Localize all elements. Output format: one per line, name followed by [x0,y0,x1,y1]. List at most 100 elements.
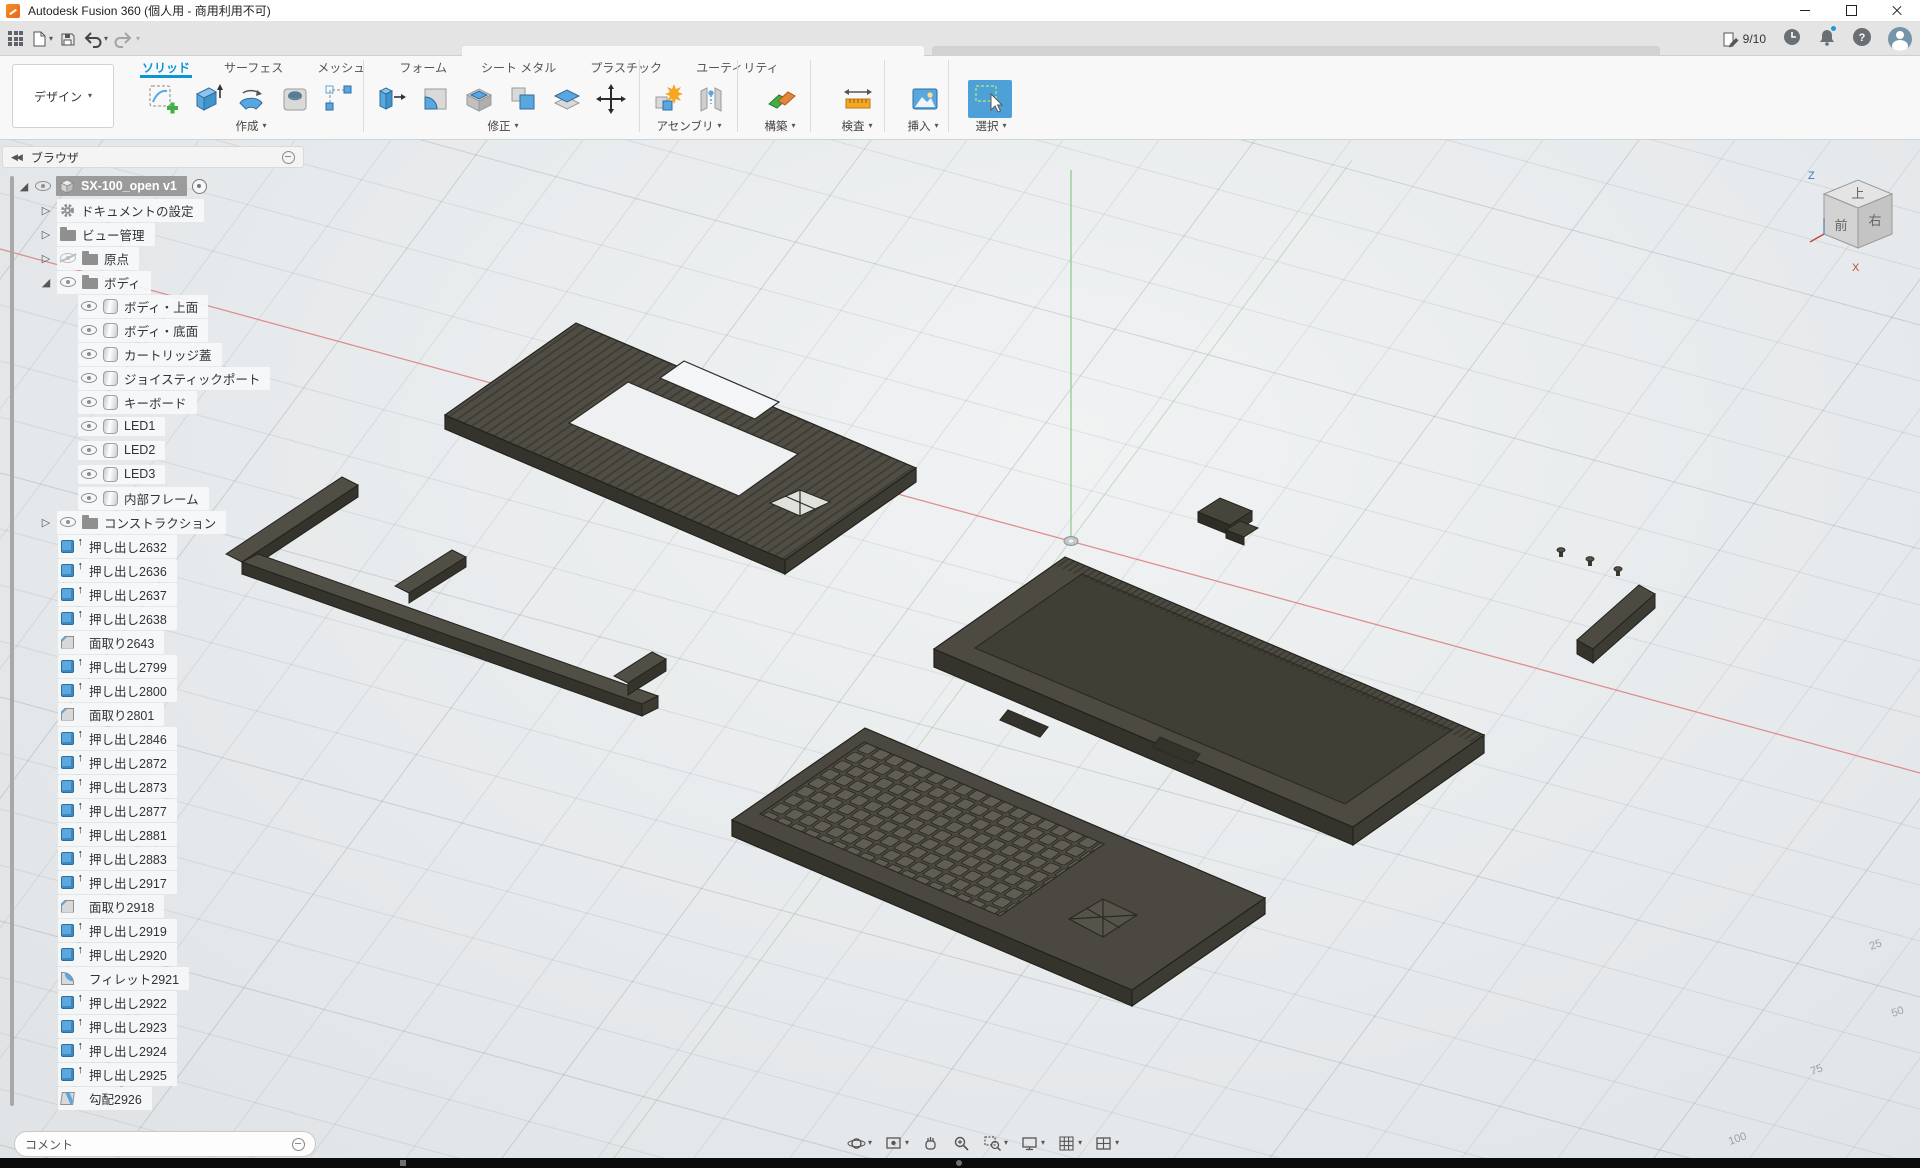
visibility-eye-icon[interactable] [35,181,51,191]
group-label-select[interactable]: 選択▾ [958,118,1024,134]
collapsed-triangle-icon[interactable]: ▷ [40,516,52,529]
construction-plane-button[interactable] [762,80,802,118]
browser-root-row[interactable]: ◢ SX-100_open v1 [14,174,374,198]
shell-button[interactable] [459,80,499,118]
undo-icon[interactable]: ▾ [82,30,108,48]
collapse-panel-icon[interactable]: ◀◀ [11,152,21,163]
joint-button[interactable] [691,80,731,118]
collapsed-triangle-icon[interactable]: ▷ [40,204,52,217]
notification-bell-icon[interactable] [1818,27,1836,52]
browser-row-document-settings[interactable]: ▷ ドキュメントの設定 [14,198,374,222]
feature-row[interactable]: 面取り2918 [14,894,374,918]
fit-to-window-icon[interactable]: ▾ [979,1130,1012,1156]
feature-row[interactable]: 押し出し2846 [14,726,374,750]
activate-component-radio[interactable] [192,179,207,194]
collapse-circle-icon[interactable] [292,1138,305,1151]
comment-bar[interactable]: コメント [14,1131,316,1157]
chevron-down-icon[interactable]: ▾ [1004,1139,1008,1147]
visibility-eye-off-icon[interactable] [60,253,76,263]
zoom-icon[interactable] [948,1130,975,1156]
group-label-create[interactable]: 作成▾ [143,118,359,134]
expanded-triangle-icon[interactable]: ◢ [18,180,30,193]
ribbon-tab-plastic[interactable]: プラスチック [588,56,664,78]
viewports-icon[interactable]: ▾ [1090,1130,1123,1156]
create-sketch-button[interactable] [143,80,183,118]
visibility-eye-icon[interactable] [81,373,97,383]
feature-row[interactable]: 押し出し2637 [14,582,374,606]
group-label-construct[interactable]: 構築▾ [744,118,816,134]
feature-row[interactable]: 押し出し2919 [14,918,374,942]
origin-marker[interactable] [1064,537,1078,546]
combine-button[interactable] [503,80,543,118]
browser-body-row[interactable]: ボディ・底面 [14,318,374,342]
user-avatar[interactable] [1888,27,1912,51]
chevron-down-icon[interactable]: ▾ [1078,1139,1082,1147]
help-icon[interactable]: ? [1852,27,1872,52]
chevron-down-icon[interactable]: ▾ [905,1139,909,1147]
visibility-eye-icon[interactable] [81,301,97,311]
visibility-eye-icon[interactable] [81,445,97,455]
feature-row[interactable]: 押し出し2924 [14,1038,374,1062]
chevron-down-icon[interactable]: ▾ [1041,1139,1045,1147]
display-settings-icon[interactable]: ▾ [1016,1130,1049,1156]
look-at-icon[interactable]: ▾ [880,1130,913,1156]
select-button[interactable] [968,80,1012,118]
expanded-triangle-icon[interactable]: ◢ [40,276,52,289]
minimize-button[interactable] [1782,0,1828,22]
redo-icon[interactable]: ▾ [114,30,140,48]
model-screws[interactable] [1557,548,1622,576]
browser-body-row[interactable]: ジョイスティックポート [14,366,374,390]
feature-row[interactable]: 押し出し2877 [14,798,374,822]
group-label-insert[interactable]: 挿入▾ [892,118,954,134]
browser-body-row[interactable]: カートリッジ蓋 [14,342,374,366]
ribbon-tab-solid[interactable]: ソリッド [140,56,192,78]
feature-row[interactable]: 勾配2926 [14,1086,374,1110]
visibility-eye-icon[interactable] [81,397,97,407]
hole-button[interactable] [275,80,315,118]
browser-panel-header[interactable]: ◀◀ ブラウザ [2,146,304,168]
chevron-down-icon[interactable]: ▾ [104,35,108,43]
chevron-down-icon[interactable]: ▾ [1115,1139,1119,1147]
save-icon[interactable] [59,31,76,48]
group-label-inspect[interactable]: 検査▾ [824,118,890,134]
feature-row[interactable]: 面取り2801 [14,702,374,726]
maximize-button[interactable] [1828,0,1874,22]
orbit-icon[interactable]: ▾ [843,1130,876,1156]
visibility-eye-icon[interactable] [60,517,76,527]
feature-row[interactable]: 押し出し2632 [14,534,374,558]
press-pull-button[interactable] [371,80,411,118]
feature-row[interactable]: 押し出し2800 [14,678,374,702]
grid-display-icon[interactable]: ▾ [1053,1130,1086,1156]
collapse-circle-icon[interactable] [282,151,295,164]
feature-row[interactable]: 押し出し2883 [14,846,374,870]
group-label-assemble[interactable]: アセンブリ▾ [643,118,735,134]
pan-icon[interactable] [917,1130,944,1156]
feature-row[interactable]: 押し出し2917 [14,870,374,894]
browser-body-row[interactable]: LED2 [14,438,374,462]
visibility-eye-icon[interactable] [81,349,97,359]
fillet-button[interactable] [415,80,455,118]
workspace-selector[interactable]: デザイン ▾ [12,64,114,128]
browser-body-row[interactable]: 内部フレーム [14,486,374,510]
feature-row[interactable]: 押し出し2638 [14,606,374,630]
clock-icon[interactable] [1782,27,1802,52]
chevron-down-icon[interactable]: ▾ [868,1139,872,1147]
chevron-down-icon[interactable]: ▾ [49,35,53,43]
chevron-down-icon[interactable]: ▾ [136,35,140,43]
browser-row-bodies[interactable]: ◢ ボディ [14,270,374,294]
ribbon-tab-sheetmetal[interactable]: シート メタル [479,56,558,78]
ribbon-tab-mesh[interactable]: メッシュ [315,56,367,78]
visibility-eye-icon[interactable] [60,277,76,287]
visibility-eye-icon[interactable] [81,493,97,503]
group-label-modify[interactable]: 修正▾ [371,118,635,134]
extrude-button[interactable] [187,80,227,118]
browser-body-row[interactable]: LED3 [14,462,374,486]
offset-plane-button[interactable] [547,80,587,118]
app-grid-icon[interactable] [8,31,24,47]
feature-row[interactable]: 押し出し2873 [14,774,374,798]
ribbon-tab-form[interactable]: フォーム [397,56,449,78]
browser-row-origin[interactable]: ▷ 原点 [14,246,374,270]
feature-row[interactable]: 押し出し2920 [14,942,374,966]
feature-row[interactable]: フィレット2921 [14,966,374,990]
insert-canvas-button[interactable] [905,80,945,118]
